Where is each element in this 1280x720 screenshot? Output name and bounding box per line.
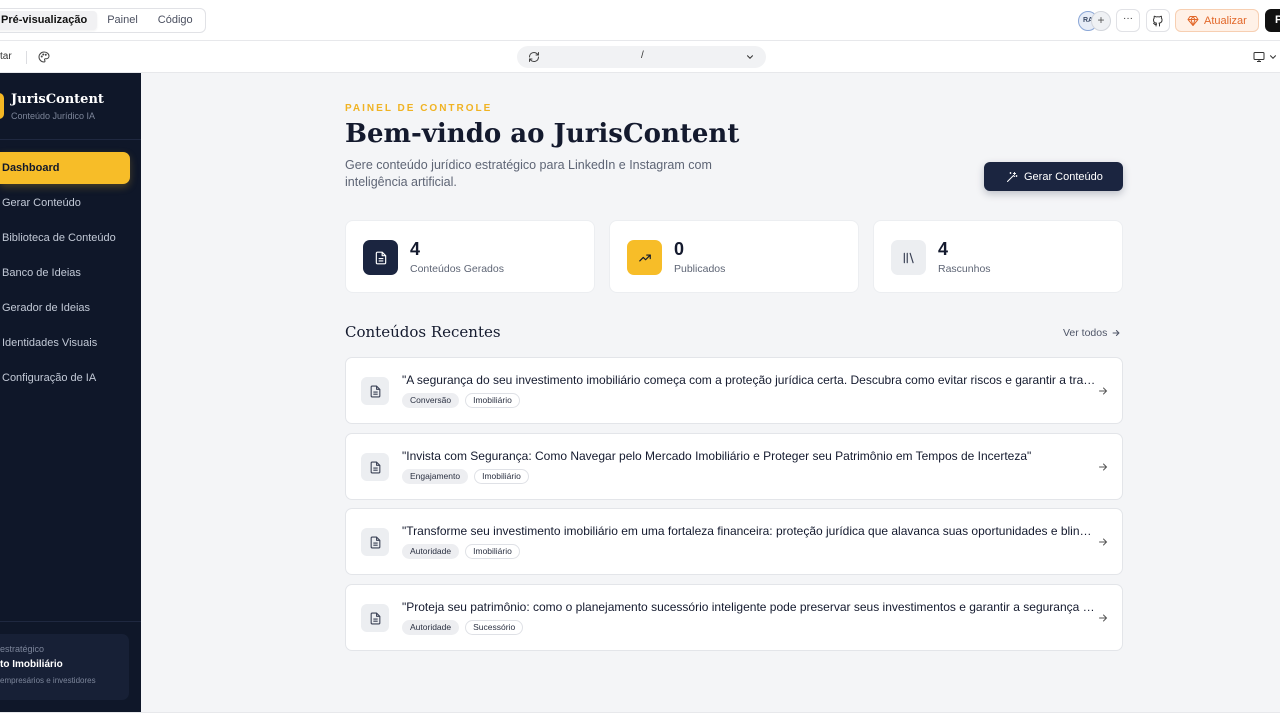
content-title: "A segurança do seu investimento imobili… bbox=[402, 373, 1097, 387]
content-title: "Proteja seu patrimônio: como o planejam… bbox=[402, 600, 1097, 614]
document-icon bbox=[361, 528, 389, 556]
divider bbox=[26, 51, 27, 64]
category-badge: Imobiliário bbox=[465, 393, 520, 408]
list-item[interactable]: "A segurança do seu investimento imobili… bbox=[345, 357, 1123, 424]
divider bbox=[0, 621, 141, 622]
content-title: "Invista com Segurança: Como Navegar pel… bbox=[402, 449, 1032, 463]
palette-icon bbox=[38, 51, 50, 63]
stat-card-published: 0 Publicados bbox=[609, 220, 859, 293]
stat-value: 0 bbox=[674, 239, 685, 259]
arrow-right-icon bbox=[1099, 614, 1108, 622]
see-all-link[interactable]: Ver todos bbox=[1063, 327, 1121, 339]
upgrade-label: Atualizar bbox=[1204, 14, 1247, 27]
sidebar-item-visual-identities[interactable]: Identidades Visuais bbox=[0, 327, 130, 359]
library-icon bbox=[891, 240, 926, 275]
profile-card-audience: empresários e investidores bbox=[0, 676, 96, 685]
profile-card-niche: to Imobiliário bbox=[0, 659, 63, 670]
theme-button[interactable] bbox=[38, 51, 50, 63]
profile-card[interactable]: estratégico to Imobiliário empresários e… bbox=[0, 634, 129, 700]
document-icon bbox=[361, 377, 389, 405]
page-title: Bem-vindo ao JurisContent bbox=[345, 119, 740, 149]
document-icon bbox=[361, 604, 389, 632]
profile-card-label: estratégico bbox=[0, 644, 45, 654]
content-title: "Transforme seu investimento imobiliário… bbox=[402, 524, 1097, 538]
collaborators[interactable]: RA + bbox=[1078, 11, 1112, 31]
stat-value: 4 bbox=[410, 239, 421, 259]
tags: Autoridade Sucessório bbox=[402, 620, 524, 635]
document-icon bbox=[363, 240, 398, 275]
status-badge: Engajamento bbox=[402, 469, 469, 484]
stat-label: Rascunhos bbox=[938, 263, 991, 275]
list-item[interactable]: "Transforme seu investimento imobiliário… bbox=[345, 508, 1123, 575]
main-content: PAINEL DE CONTROLE Bem-vindo ao JurisCon… bbox=[141, 73, 1280, 713]
toolbar-left-label[interactable]: tar bbox=[0, 51, 12, 62]
tab-preview[interactable]: Pré-visualização bbox=[0, 11, 98, 30]
sidebar-item-ideas-bank[interactable]: Banco de Ideias bbox=[0, 257, 130, 289]
sidebar-item-generate-content[interactable]: Gerar Conteúdo bbox=[0, 187, 130, 219]
view-tabs: Pré-visualização Painel Código bbox=[0, 8, 206, 33]
bottom-bar bbox=[0, 712, 1280, 720]
status-badge: Autoridade bbox=[402, 544, 460, 559]
sidebar-item-dashboard[interactable]: Dashboard bbox=[0, 152, 130, 184]
trending-up-icon bbox=[627, 240, 662, 275]
sidebar-item-content-library[interactable]: Biblioteca de Conteúdo bbox=[0, 222, 130, 254]
github-icon bbox=[1152, 15, 1163, 26]
sidebar-item-ideas-generator[interactable]: Gerador de Ideias bbox=[0, 292, 130, 324]
brand-subtitle: Conteúdo Jurídico IA bbox=[11, 111, 96, 121]
stat-label: Conteúdos Gerados bbox=[410, 263, 504, 275]
diamond-icon bbox=[1187, 15, 1199, 26]
page-subtitle: Gere conteúdo jurídico estratégico para … bbox=[345, 158, 712, 189]
list-item[interactable]: "Proteja seu patrimônio: como o planejam… bbox=[345, 584, 1123, 651]
see-all-label: Ver todos bbox=[1063, 327, 1108, 339]
logo-icon bbox=[0, 93, 4, 119]
add-collaborator-button[interactable]: + bbox=[1091, 11, 1111, 31]
tags: Conversão Imobiliário bbox=[402, 393, 520, 408]
status-badge: Conversão bbox=[402, 393, 460, 408]
magic-wand-icon bbox=[1007, 171, 1018, 182]
github-button[interactable] bbox=[1146, 9, 1170, 32]
stat-label: Publicados bbox=[674, 263, 726, 275]
publish-button[interactable]: P bbox=[1265, 9, 1280, 32]
chevron-down-icon[interactable] bbox=[745, 52, 755, 62]
divider bbox=[0, 139, 141, 140]
stat-card-generated: 4 Conteúdos Gerados bbox=[345, 220, 595, 293]
arrow-right-icon bbox=[1112, 329, 1121, 337]
brand-name: JurisContent bbox=[11, 92, 104, 107]
arrow-right-icon bbox=[1099, 463, 1108, 471]
list-item[interactable]: "Invista com Segurança: Como Navegar pel… bbox=[345, 433, 1123, 500]
arrow-right-icon bbox=[1099, 538, 1108, 546]
refresh-icon[interactable] bbox=[528, 51, 540, 63]
page-kicker: PAINEL DE CONTROLE bbox=[345, 103, 493, 114]
tags: Engajamento Imobiliário bbox=[402, 469, 529, 484]
sidebar: JurisContent Conteúdo Jurídico IA Dashbo… bbox=[0, 73, 141, 713]
category-badge: Imobiliário bbox=[465, 544, 520, 559]
editor-topbar: Pré-visualização Painel Código RA + ··· … bbox=[0, 0, 1280, 41]
sidebar-nav: Dashboard Gerar Conteúdo Biblioteca de C… bbox=[0, 152, 141, 397]
chevron-down-icon bbox=[1269, 55, 1277, 59]
category-badge: Imobiliário bbox=[474, 469, 529, 484]
stat-card-drafts: 4 Rascunhos bbox=[873, 220, 1123, 293]
more-icon: ··· bbox=[1123, 12, 1133, 24]
generate-content-button[interactable]: Gerar Conteúdo bbox=[984, 162, 1123, 191]
url-path: / bbox=[641, 50, 644, 61]
document-icon bbox=[361, 453, 389, 481]
tab-panel[interactable]: Painel bbox=[97, 11, 148, 30]
stat-value: 4 bbox=[938, 239, 949, 259]
preview-toolbar: tar / bbox=[0, 41, 1280, 73]
device-selector[interactable] bbox=[1253, 51, 1278, 63]
tab-code[interactable]: Código bbox=[148, 11, 203, 30]
url-bar[interactable]: / bbox=[517, 46, 766, 68]
status-badge: Autoridade bbox=[402, 620, 460, 635]
more-options-button[interactable]: ··· bbox=[1116, 9, 1140, 32]
tags: Autoridade Imobiliário bbox=[402, 544, 520, 559]
category-badge: Sucessório bbox=[465, 620, 524, 635]
sidebar-item-ai-settings[interactable]: Configuração de IA bbox=[0, 362, 130, 394]
monitor-icon bbox=[1253, 52, 1265, 62]
generate-content-label: Gerar Conteúdo bbox=[1024, 170, 1103, 183]
arrow-right-icon bbox=[1099, 387, 1108, 395]
recent-section-title: Conteúdos Recentes bbox=[345, 323, 501, 341]
upgrade-button[interactable]: Atualizar bbox=[1175, 9, 1259, 32]
